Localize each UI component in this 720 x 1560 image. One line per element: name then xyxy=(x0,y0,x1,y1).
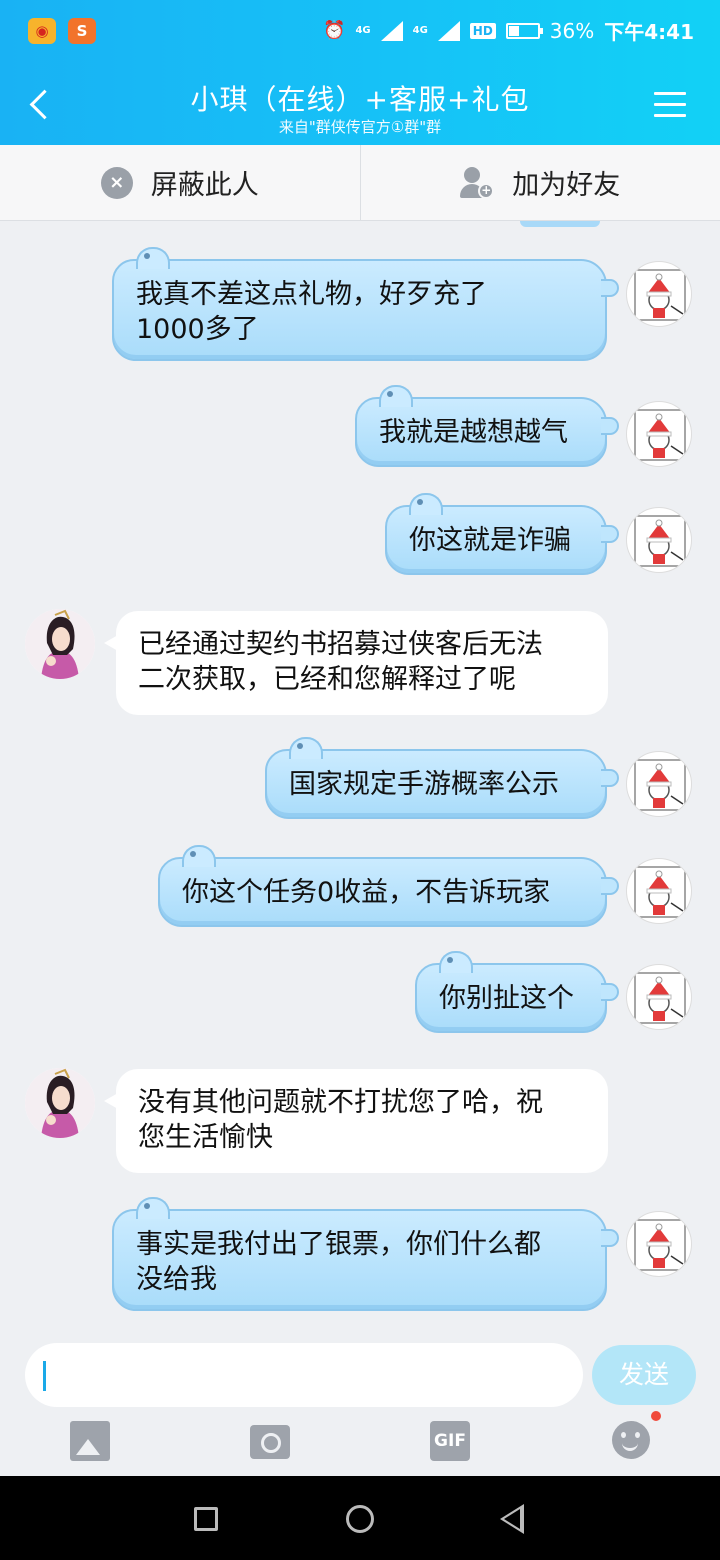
gif-icon[interactable]: GIF xyxy=(430,1421,470,1461)
message-text: 已经通过契约书招募过侠客后无法 xyxy=(138,629,543,660)
chat-header: 小琪（在线）+客服+礼包 来自"群侠传官方①群"群 xyxy=(0,64,720,145)
system-nav-bar xyxy=(0,1476,720,1560)
add-friend-icon: + xyxy=(460,166,495,199)
stranger-action-bar: × 屏蔽此人 + 加为好友 xyxy=(0,145,720,221)
message-text: 你这就是诈骗 xyxy=(409,525,571,556)
signal-icon-1 xyxy=(380,20,403,41)
message-input[interactable] xyxy=(25,1343,583,1407)
top-bar: ◉ S ⏰ 4G 4G HD 36% 下午4:41 小琪（在线）+客服+礼包 来… xyxy=(0,0,720,145)
message-bubble-incoming[interactable]: 没有其他问题就不打扰您了哈，祝 您生活愉快 xyxy=(104,1069,608,1173)
block-user-button[interactable]: × 屏蔽此人 xyxy=(0,145,360,220)
emoji-icon[interactable] xyxy=(612,1421,650,1459)
chat-subtitle: 来自"群侠传官方①群"群 xyxy=(278,118,442,136)
my-avatar[interactable] xyxy=(626,401,692,467)
agent-avatar[interactable] xyxy=(25,609,95,679)
my-avatar[interactable] xyxy=(626,261,692,327)
message-text: 您生活愉快 xyxy=(138,1122,273,1153)
weibo-notification-icon: ◉ xyxy=(28,18,56,44)
network-type-2: 4G xyxy=(412,25,428,36)
previous-bubble-edge xyxy=(520,221,600,227)
battery-percent: 36% xyxy=(549,18,595,43)
message-text: 二次获取，已经和您解释过了呢 xyxy=(138,664,516,695)
add-friend-label: 加为好友 xyxy=(512,170,621,201)
message-bubble-outgoing[interactable]: 国家规定手游概率公示 xyxy=(265,737,619,819)
message-text: 你这个任务0收益，不告诉玩家 xyxy=(182,877,551,908)
send-button[interactable]: 发送 xyxy=(592,1345,696,1405)
message-bubble-outgoing[interactable]: 你别扯这个 xyxy=(415,951,619,1033)
message-bubble-incoming[interactable]: 已经通过契约书招募过侠客后无法 二次获取，已经和您解释过了呢 xyxy=(104,611,608,715)
recent-apps-icon[interactable] xyxy=(194,1507,218,1531)
message-list[interactable]: 我真不差这点礼物，好歹充了 1000多了 我就是越想越气 你这就是诈骗 已经通过… xyxy=(0,221,720,1331)
alarm-icon: ⏰ xyxy=(323,20,346,41)
my-avatar[interactable] xyxy=(626,507,692,573)
my-avatar[interactable] xyxy=(626,1211,692,1277)
message-text: 没有其他问题就不打扰您了哈，祝 xyxy=(138,1087,543,1118)
block-icon: × xyxy=(100,166,133,199)
my-avatar[interactable] xyxy=(626,964,692,1030)
composer: 发送 GIF xyxy=(0,1331,720,1476)
hd-voice-icon: HD xyxy=(469,22,496,39)
message-text: 没给我 xyxy=(136,1264,217,1295)
message-text: 国家规定手游概率公示 xyxy=(289,769,559,800)
message-text: 事实是我付出了银票，你们什么都 xyxy=(136,1229,541,1260)
nav-back-icon[interactable] xyxy=(500,1504,524,1534)
chat-title: 小琪（在线）+客服+礼包 xyxy=(190,83,530,116)
status-bar: ◉ S ⏰ 4G 4G HD 36% 下午4:41 xyxy=(0,0,720,64)
message-bubble-outgoing[interactable]: 你这个任务0收益，不告诉玩家 xyxy=(158,845,619,927)
app-s-notification-icon: S xyxy=(68,18,96,44)
message-text: 1000多了 xyxy=(136,314,259,345)
battery-icon xyxy=(505,22,543,39)
message-bubble-outgoing[interactable]: 我就是越想越气 xyxy=(355,385,619,467)
message-bubble-outgoing[interactable]: 事实是我付出了银票，你们什么都 没给我 xyxy=(112,1197,619,1311)
signal-icon-2 xyxy=(437,20,460,41)
block-user-label: 屏蔽此人 xyxy=(150,170,259,201)
image-icon[interactable] xyxy=(70,1421,110,1461)
text-cursor xyxy=(43,1361,46,1391)
camera-icon[interactable] xyxy=(250,1425,290,1459)
network-type-1: 4G xyxy=(355,25,371,36)
clock: 下午4:41 xyxy=(604,20,694,44)
my-avatar[interactable] xyxy=(626,858,692,924)
message-bubble-outgoing[interactable]: 我真不差这点礼物，好歹充了 1000多了 xyxy=(112,247,619,361)
menu-icon[interactable] xyxy=(654,92,686,118)
composer-toolbar: GIF xyxy=(0,1411,720,1467)
add-friend-button[interactable]: + 加为好友 xyxy=(359,145,720,220)
agent-avatar[interactable] xyxy=(25,1068,95,1138)
message-text: 你别扯这个 xyxy=(439,983,574,1014)
message-text: 我就是越想越气 xyxy=(379,417,568,448)
my-avatar[interactable] xyxy=(626,751,692,817)
home-icon[interactable] xyxy=(346,1505,374,1533)
message-text: 我真不差这点礼物，好歹充了 xyxy=(136,279,487,310)
new-badge-dot xyxy=(651,1411,661,1421)
message-bubble-outgoing[interactable]: 你这就是诈骗 xyxy=(385,493,619,575)
